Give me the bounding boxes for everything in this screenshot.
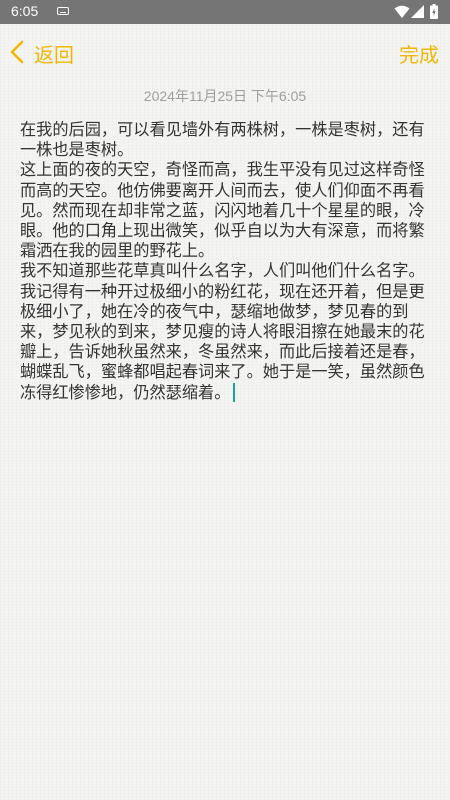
note-paragraph: 在我的后园，可以看见墙外有两株树，一株是枣树，还有一株也是枣树。: [20, 120, 425, 160]
status-time: 6:05: [11, 3, 39, 19]
signal-icon: [411, 5, 424, 18]
note-paragraph-text: 我不知道那些花草真叫什么名字，人们叫他们什么名字。我记得有一种开过极细小的粉红花…: [20, 261, 425, 402]
note-paragraph: 我不知道那些花草真叫什么名字，人们叫他们什么名字。我记得有一种开过极细小的粉红花…: [20, 261, 432, 402]
status-bar: 6:05: [0, 0, 450, 24]
done-button[interactable]: 完成: [399, 39, 439, 68]
wifi-icon: [394, 5, 410, 18]
battery-icon: [430, 4, 438, 19]
note-timestamp: 2024年11月25日 下午6:05: [143, 88, 307, 104]
note-editor[interactable]: 在我的后园，可以看见墙外有两株树，一株是枣树，还有一株也是枣树。 这上面的夜的天…: [20, 120, 432, 403]
toolbar: 返回 完成: [0, 24, 450, 80]
chevron-left-icon: [10, 40, 24, 64]
text-cursor: [233, 382, 236, 402]
back-label: 返回: [34, 43, 74, 67]
keyboard-icon: [57, 7, 69, 15]
note-paragraph: 这上面的夜的天空，奇怪而高，我生平没有见过这样奇怪而高的天空。他仿佛要离开人间而…: [20, 160, 425, 261]
